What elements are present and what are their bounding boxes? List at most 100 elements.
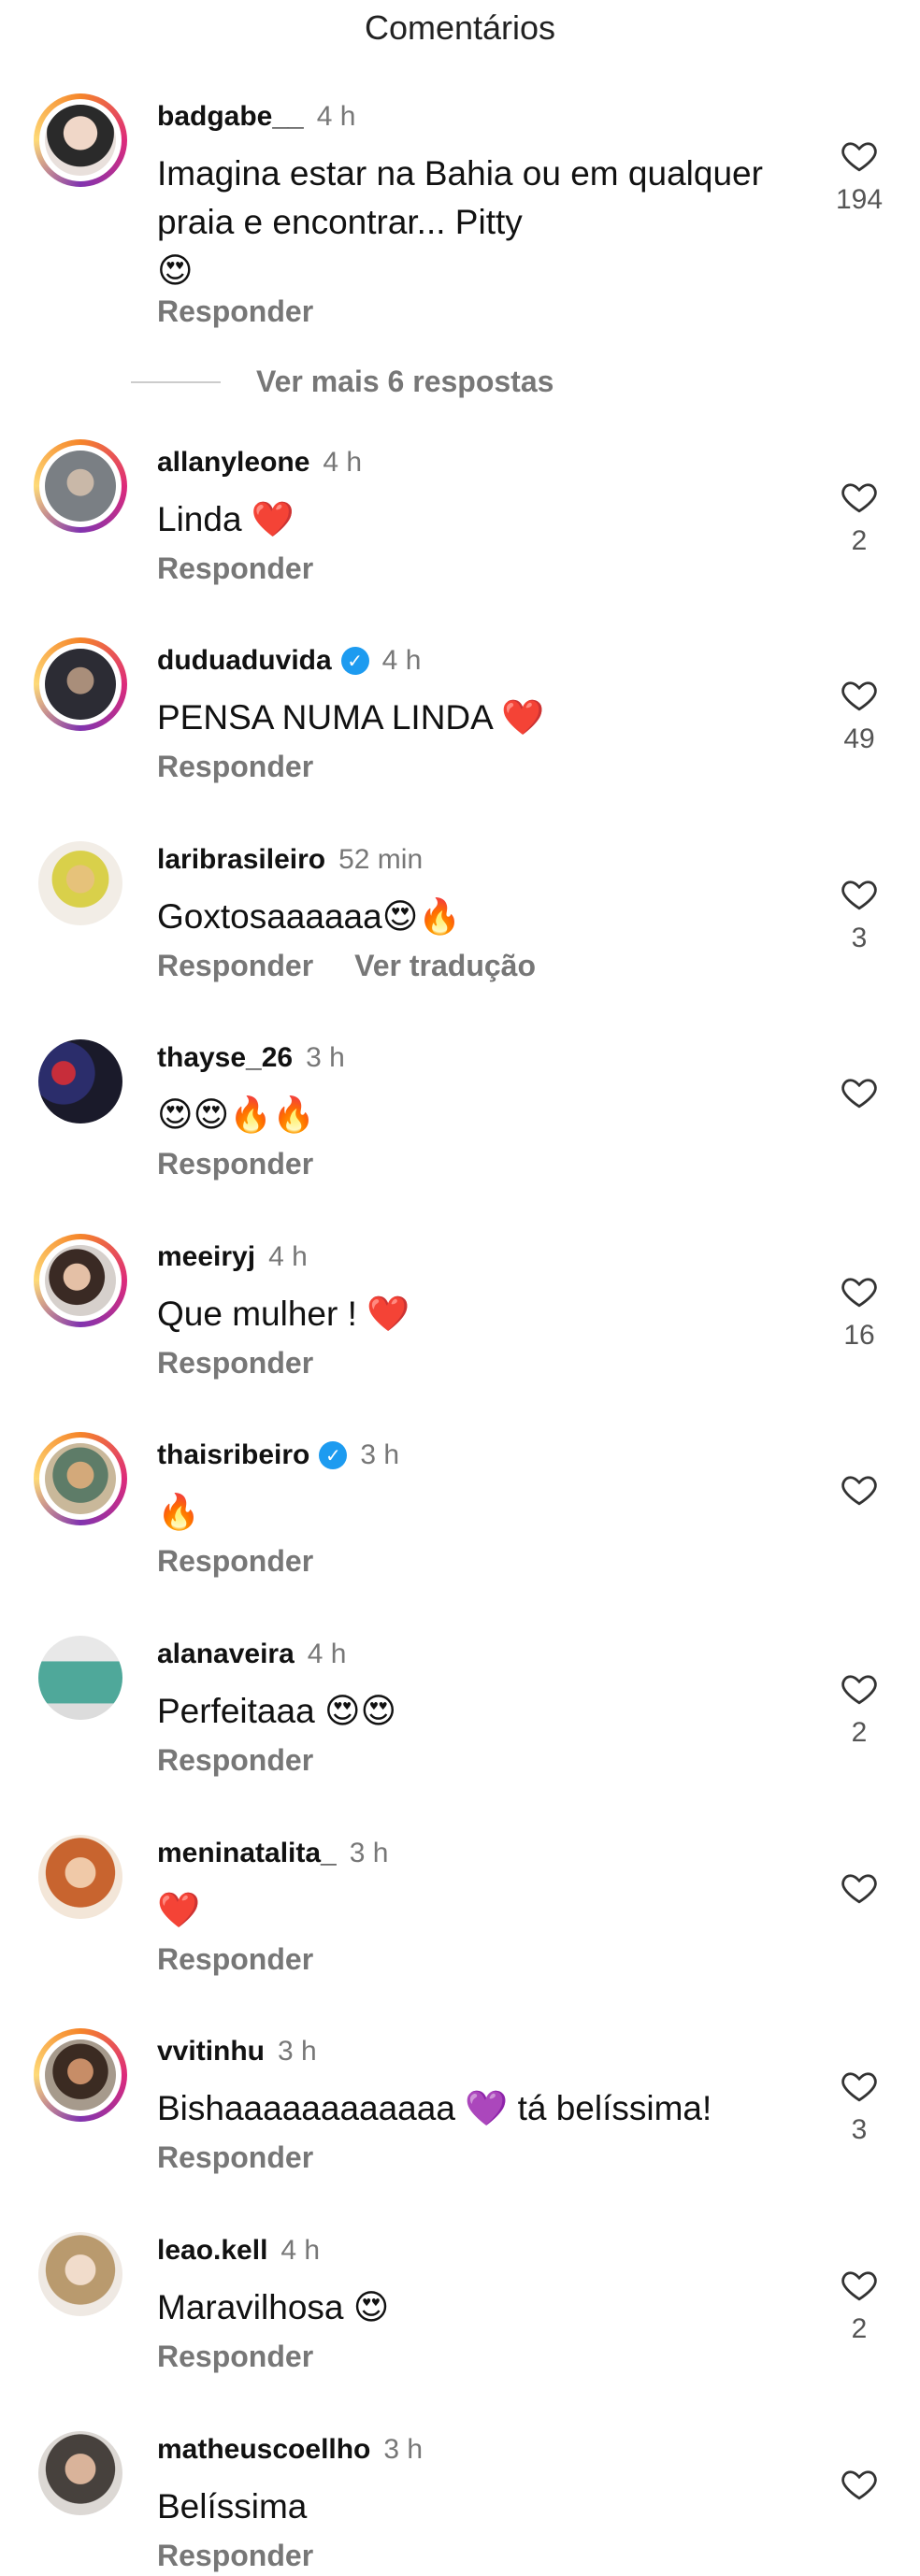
username[interactable]: thaisribeiro (157, 1439, 309, 1471)
like-button[interactable]: 194 (827, 136, 892, 216)
like-button[interactable]: 3 (827, 2066, 892, 2146)
avatar[interactable] (34, 2426, 127, 2520)
username[interactable]: vvitinhu (157, 2036, 265, 2068)
reply-button[interactable]: Responder (157, 1743, 313, 1778)
avatar[interactable] (34, 637, 127, 731)
reply-button[interactable]: Responder (157, 2140, 313, 2175)
comment-item: laribrasileiro 52 min Goxtosaaaaaa😍🔥 Res… (0, 837, 920, 1023)
timestamp: 3 h (360, 1439, 400, 1470)
heart-icon (841, 142, 877, 172)
like-button[interactable]: 2 (827, 1668, 892, 1749)
like-button[interactable]: 2 (827, 2265, 892, 2345)
like-count: 16 (843, 1320, 875, 1351)
avatar[interactable] (34, 2227, 127, 2321)
comment-text: Belíssima (157, 2483, 812, 2531)
reply-button[interactable]: Responder (157, 551, 313, 586)
like-button[interactable] (827, 1469, 892, 1509)
avatar[interactable] (34, 1631, 127, 1724)
like-button[interactable]: 2 (827, 477, 892, 557)
more-replies-button[interactable]: Ver mais 6 respostas (131, 365, 553, 399)
username[interactable]: duduaduvida (157, 645, 332, 677)
comment-body: Linda (157, 500, 242, 538)
reply-button[interactable]: Responder (157, 1346, 313, 1381)
avatar[interactable] (34, 1035, 127, 1128)
username[interactable]: thayse_26 (157, 1042, 293, 1074)
reply-button[interactable]: Responder (157, 1544, 313, 1579)
comments-header: Comentários (0, 0, 920, 56)
timestamp: 4 h (268, 1241, 308, 1272)
comment-item: allanyleone 4 h Linda ❤️ Responder 2 (0, 439, 920, 626)
page-title: Comentários (364, 8, 556, 47)
username[interactable]: matheuscoellho (157, 2434, 370, 2466)
reply-button[interactable]: Responder (157, 294, 313, 329)
reply-button[interactable]: Responder (157, 1942, 313, 1977)
like-button[interactable] (827, 1072, 892, 1111)
reply-button[interactable]: Responder (157, 750, 313, 784)
more-replies-label: Ver mais 6 respostas (256, 365, 554, 398)
like-button[interactable] (827, 1868, 892, 1907)
heart-icon (841, 1874, 877, 1904)
reply-button[interactable]: Responder (157, 1147, 313, 1181)
username[interactable]: alanaveira (157, 1639, 295, 1670)
translate-button[interactable]: Ver tradução (354, 949, 536, 983)
like-button[interactable]: 3 (827, 874, 892, 954)
like-count: 2 (851, 1717, 868, 1748)
reply-button[interactable]: Responder (157, 2340, 313, 2374)
username[interactable]: meeiryj (157, 1241, 255, 1273)
username[interactable]: leao.kell (157, 2235, 267, 2267)
comment-item: leao.kell 4 h Maravilhosa 😍 Responder 2 (0, 2227, 920, 2414)
comment-text: Goxtosaaaaaa😍🔥 (157, 893, 812, 941)
comment-emoji: 😍 (352, 2287, 390, 2327)
comment-emoji: ❤️ (501, 697, 545, 737)
comment-emoji: 💜 (465, 2088, 509, 2128)
comment-body: Belíssima (157, 2487, 308, 2526)
avatar[interactable] (34, 837, 127, 930)
heart-icon (841, 1675, 877, 1705)
reply-button[interactable]: Responder (157, 949, 313, 983)
avatar[interactable] (34, 93, 127, 187)
timestamp: 3 h (383, 2434, 424, 2465)
comment-emoji: ❤️ (157, 1890, 201, 1930)
comment-item: matheuscoellho 3 h Belíssima Responder (0, 2426, 920, 2576)
verified-badge-icon: ✓ (340, 647, 369, 675)
username[interactable]: meninatalita_ (157, 1838, 337, 1869)
reply-button[interactable]: Responder (157, 2539, 313, 2573)
comment-item: thaisribeiro ✓ 3 h 🔥 Responder (0, 1432, 920, 1619)
comment-item: duduaduvida ✓ 4 h PENSA NUMA LINDA ❤️ Re… (0, 637, 920, 824)
avatar[interactable] (34, 1830, 127, 1924)
username[interactable]: laribrasileiro (157, 844, 325, 876)
like-button[interactable] (827, 2464, 892, 2503)
like-count: 2 (851, 2313, 868, 2344)
like-button[interactable]: 49 (827, 675, 892, 755)
avatar[interactable] (34, 1234, 127, 1327)
like-count: 3 (851, 923, 868, 953)
comment-text: 😍😍🔥🔥 (157, 1091, 812, 1139)
avatar[interactable] (34, 1432, 127, 1525)
comment-body: Bishaaaaaaaaaaaa (157, 2089, 455, 2127)
comment-text: 🔥 (157, 1488, 812, 1537)
comment-item: alanaveira 4 h Perfeitaaa 😍😍 Responder 2 (0, 1631, 920, 1818)
like-count: 2 (851, 525, 868, 556)
username[interactable]: allanyleone (157, 447, 309, 479)
heart-icon (841, 483, 877, 513)
comment-emoji: 😍😍 (323, 1691, 397, 1731)
like-count: 194 (835, 184, 884, 215)
like-button[interactable]: 16 (827, 1271, 892, 1352)
heart-icon (841, 2271, 877, 2301)
timestamp: 4 h (381, 645, 422, 676)
timestamp: 3 h (306, 1042, 345, 1073)
avatar[interactable] (34, 439, 127, 533)
avatar[interactable] (34, 2028, 127, 2122)
comment-text: Linda ❤️ (157, 495, 812, 544)
heart-icon (841, 2072, 877, 2102)
comment-body: Imagina estar na Bahia ou em qualquer pr… (157, 154, 763, 241)
heart-icon (841, 1278, 877, 1308)
comment-emoji: 😍 (157, 250, 194, 291)
comment-body: PENSA NUMA LINDA (157, 698, 492, 737)
divider (131, 380, 221, 383)
timestamp: 3 h (349, 1838, 389, 1868)
comment-text: Que mulher ! ❤️ (157, 1290, 812, 1338)
timestamp: 4 h (323, 447, 363, 478)
comment-body: Maravilhosa (157, 2288, 344, 2326)
username[interactable]: badgabe__ (157, 101, 304, 133)
